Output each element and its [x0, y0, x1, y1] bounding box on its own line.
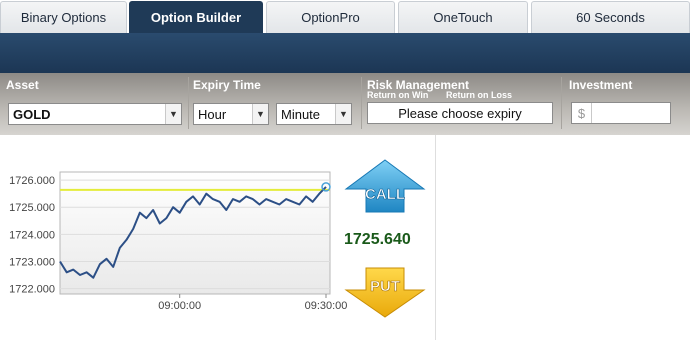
expiry-minute-select[interactable]: Minute ▼: [276, 103, 352, 125]
option-controls-bar: Asset GOLD ▼ Expiry Time Hour ▼ Minute ▼…: [0, 73, 690, 135]
tab-binary-options[interactable]: Binary Options: [0, 1, 127, 33]
asset-label: Asset: [6, 78, 39, 92]
expiry-minute-value: Minute: [281, 106, 321, 122]
risk-management-display: Please choose expiry: [367, 102, 553, 124]
return-on-win-label: Return on Win: [367, 90, 429, 100]
investment-label: Investment: [569, 78, 633, 92]
product-tabs: Binary Options Option Builder OptionPro …: [0, 0, 690, 33]
asset-select[interactable]: GOLD ▼: [8, 103, 182, 125]
return-on-loss-label: Return on Loss: [446, 90, 513, 100]
tab-60-seconds[interactable]: 60 Seconds: [531, 1, 690, 33]
asset-value: GOLD: [13, 106, 51, 122]
investment-input[interactable]: $: [571, 102, 671, 124]
chevron-down-icon: ▼: [335, 104, 351, 124]
divider: [361, 77, 362, 129]
call-label: CALL: [365, 186, 405, 203]
tab-onetouch[interactable]: OneTouch: [398, 1, 528, 33]
expiry-time-label: Expiry Time: [193, 78, 261, 92]
put-label: PUT: [370, 278, 400, 295]
dollar-icon: $: [572, 103, 592, 123]
tab-option-builder[interactable]: Option Builder: [129, 1, 263, 33]
right-panel: [437, 135, 690, 340]
divider: [561, 77, 562, 129]
tab-optionpro[interactable]: OptionPro: [266, 1, 395, 33]
expiry-hour-value: Hour: [198, 106, 227, 122]
header-band: [0, 33, 690, 73]
chevron-down-icon: ▼: [165, 104, 181, 124]
current-price: 1725.640: [344, 231, 411, 248]
chevron-down-icon: ▼: [252, 104, 268, 124]
expiry-hour-select[interactable]: Hour ▼: [193, 103, 269, 125]
divider: [188, 77, 189, 129]
